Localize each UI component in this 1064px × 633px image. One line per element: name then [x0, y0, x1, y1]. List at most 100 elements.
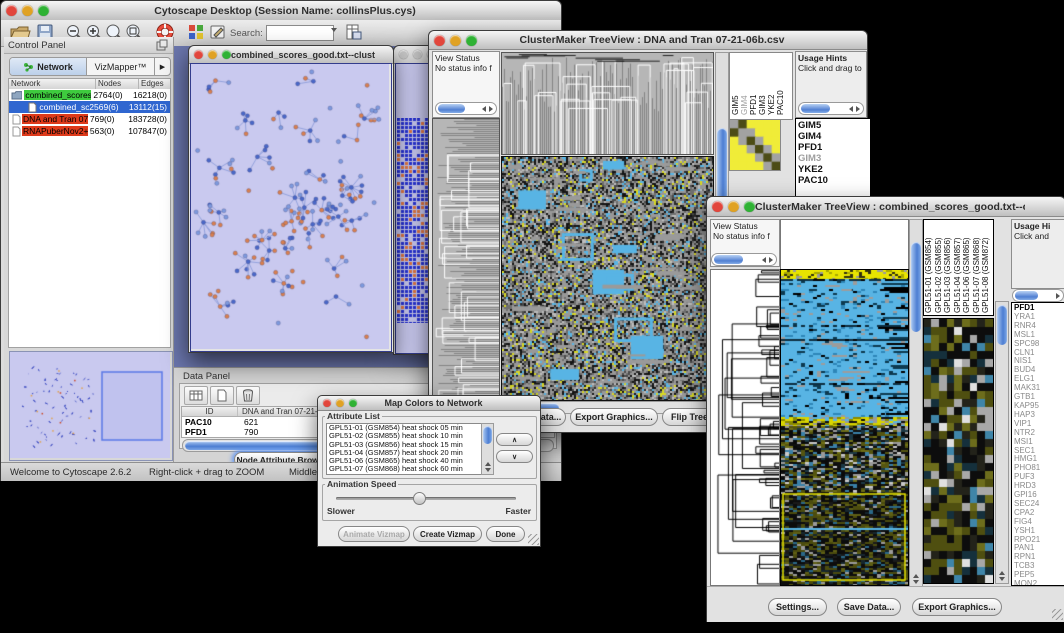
- attribute-table-icon[interactable]: [184, 386, 208, 405]
- treeview1-titlebar[interactable]: ClusterMaker TreeView : DNA and Tran 07-…: [429, 31, 867, 50]
- tv2-summary-heatmap[interactable]: [923, 318, 994, 584]
- matrix-column-label[interactable]: GIM5: [732, 53, 741, 115]
- tv1-heatmap[interactable]: [501, 156, 714, 401]
- gene-label[interactable]: PAC10: [798, 175, 868, 186]
- new-attribute-icon[interactable]: [210, 386, 234, 405]
- network-row-combined-sco-selected[interactable]: combined_sco 2569(6) 13112(15): [9, 101, 170, 113]
- minimize-icon[interactable]: [336, 399, 344, 407]
- scroll-down-icon[interactable]: [485, 468, 491, 472]
- close-icon[interactable]: [434, 35, 445, 46]
- network-overview[interactable]: [9, 351, 173, 461]
- speed-slider-track[interactable]: [336, 497, 516, 500]
- tv1-similarity-matrix[interactable]: [729, 119, 781, 171]
- create-vizmap-button[interactable]: Create Vizmap: [413, 526, 482, 542]
- network-overview-canvas[interactable]: [10, 352, 170, 458]
- vscroll-thumb[interactable]: [483, 426, 492, 444]
- gene-label[interactable]: GIM3: [798, 153, 868, 164]
- tv2-save-data-button[interactable]: Save Data...: [837, 598, 901, 616]
- gene-label[interactable]: YKE2: [798, 164, 868, 175]
- scroll-right-icon[interactable]: [1056, 293, 1060, 299]
- table-import-icon[interactable]: [344, 23, 362, 41]
- main-titlebar[interactable]: Cytoscape Desktop (Session Name: collins…: [1, 1, 561, 21]
- move-up-button[interactable]: ∧: [496, 433, 533, 446]
- close-icon[interactable]: [6, 5, 17, 16]
- network-row-rnapuber[interactable]: RNAPuberNov2+ 563(0) 107847(0): [9, 125, 170, 137]
- scroll-left-icon[interactable]: [482, 106, 486, 112]
- zoom-window-icon[interactable]: [222, 50, 231, 59]
- scroll-down-icon[interactable]: [999, 577, 1005, 581]
- scroll-thumb[interactable]: [1015, 291, 1038, 300]
- tv2-gene-scrollbar[interactable]: [995, 301, 1009, 584]
- sample-column-label[interactable]: GPL51-01 (GSM854): [925, 220, 935, 313]
- network-row-dna-tran[interactable]: DNA and Tran 07 769(0) 183728(0): [9, 113, 170, 125]
- tv1-usage-scrollbar[interactable]: [798, 102, 864, 115]
- scroll-right-icon[interactable]: [769, 257, 773, 263]
- scroll-thumb[interactable]: [714, 255, 743, 264]
- tv2-settings-button[interactable]: Settings...: [768, 598, 827, 616]
- animate-vizmap-button[interactable]: Animate Vizmap: [338, 526, 410, 542]
- scroll-up-icon[interactable]: [913, 574, 919, 578]
- network-row-combined-scores[interactable]: combined_scores 2764(0) 16218(0): [9, 89, 170, 101]
- network-graph-canvas[interactable]: [191, 64, 389, 349]
- tv2-heatmap[interactable]: [780, 269, 909, 586]
- tab-network[interactable]: Network: [10, 58, 87, 75]
- annotation-icon[interactable]: [209, 23, 227, 41]
- minimize-icon[interactable]: [208, 50, 217, 59]
- tv2-row-dendrogram[interactable]: [710, 269, 780, 586]
- attribute-item[interactable]: GPL51-07 (GSM868) heat shock 60 min: [327, 465, 482, 473]
- float-panel-icon[interactable]: [156, 39, 168, 51]
- tab-overflow-button[interactable]: ▶: [155, 58, 170, 75]
- sample-column-label[interactable]: GPL51-06 (GSM865): [963, 220, 973, 313]
- matrix-column-label[interactable]: PAC10: [777, 53, 786, 115]
- close-icon[interactable]: [323, 399, 331, 407]
- scroll-up-icon[interactable]: [485, 462, 491, 466]
- matrix-column-label[interactable]: PFD1: [750, 53, 759, 115]
- zoom-window-icon[interactable]: [744, 201, 755, 212]
- zoom-window-icon[interactable]: [349, 399, 357, 407]
- matrix-column-label[interactable]: YKE2: [768, 53, 777, 115]
- tv1-row-dendrogram[interactable]: [432, 118, 500, 401]
- sample-column-label[interactable]: GPL51-07 (GSM868): [973, 220, 983, 313]
- scroll-thumb[interactable]: [801, 104, 830, 113]
- speed-slider-thumb[interactable]: [413, 492, 426, 505]
- sample-column-label[interactable]: GPL51-08 (GSM872): [982, 220, 992, 313]
- tv1-status-scrollbar[interactable]: [435, 102, 497, 115]
- gene-label[interactable]: GIM4: [798, 131, 868, 142]
- tv2-export-graphics-button[interactable]: Export Graphics...: [912, 598, 1002, 616]
- sample-column-label[interactable]: GPL51-02 (GSM855): [935, 220, 945, 313]
- search-input[interactable]: [266, 25, 334, 41]
- close-icon[interactable]: [712, 201, 723, 212]
- search-dropdown-icon[interactable]: [331, 28, 337, 32]
- scroll-right-icon[interactable]: [489, 106, 493, 112]
- tv1-export-graphics-button[interactable]: Export Graphics...: [570, 408, 658, 426]
- resize-grip[interactable]: [1052, 609, 1063, 620]
- close-icon[interactable]: [399, 50, 408, 59]
- done-button[interactable]: Done: [486, 526, 525, 542]
- scroll-right-icon[interactable]: [856, 106, 860, 112]
- dialog-titlebar[interactable]: Map Colors to Network: [318, 396, 540, 411]
- vscroll-thumb[interactable]: [911, 242, 921, 332]
- vizmap-grid-icon[interactable]: [187, 23, 205, 41]
- treeview2-titlebar[interactable]: ClusterMaker TreeView : combined_scores_…: [707, 197, 1064, 217]
- network-view[interactable]: [190, 63, 392, 352]
- move-down-button[interactable]: ∨: [496, 450, 533, 463]
- vscroll-thumb[interactable]: [997, 305, 1007, 345]
- scroll-left-icon[interactable]: [849, 106, 853, 112]
- zoom-window-icon[interactable]: [466, 35, 477, 46]
- attribute-list-scrollbar[interactable]: [481, 423, 494, 475]
- matrix-column-label[interactable]: GIM4: [741, 53, 750, 115]
- scroll-thumb[interactable]: [438, 104, 465, 113]
- delete-attribute-icon[interactable]: [236, 386, 260, 405]
- network-window-titlebar[interactable]: combined_scores_good.txt--cluste...: [189, 46, 393, 64]
- gene-label[interactable]: GIM5: [798, 120, 868, 131]
- minimize-icon[interactable]: [413, 50, 422, 59]
- close-icon[interactable]: [194, 50, 203, 59]
- tv1-column-dendrogram[interactable]: [501, 52, 714, 155]
- zoom-window-icon[interactable]: [38, 5, 49, 16]
- gene-label[interactable]: PFD1: [798, 142, 868, 153]
- tv2-usage-scrollbar[interactable]: [1012, 289, 1064, 302]
- tv2-vscrollbar[interactable]: [909, 219, 923, 587]
- scroll-down-icon[interactable]: [913, 580, 919, 584]
- scroll-left-icon[interactable]: [762, 257, 766, 263]
- tv2-status-scrollbar[interactable]: [711, 253, 777, 266]
